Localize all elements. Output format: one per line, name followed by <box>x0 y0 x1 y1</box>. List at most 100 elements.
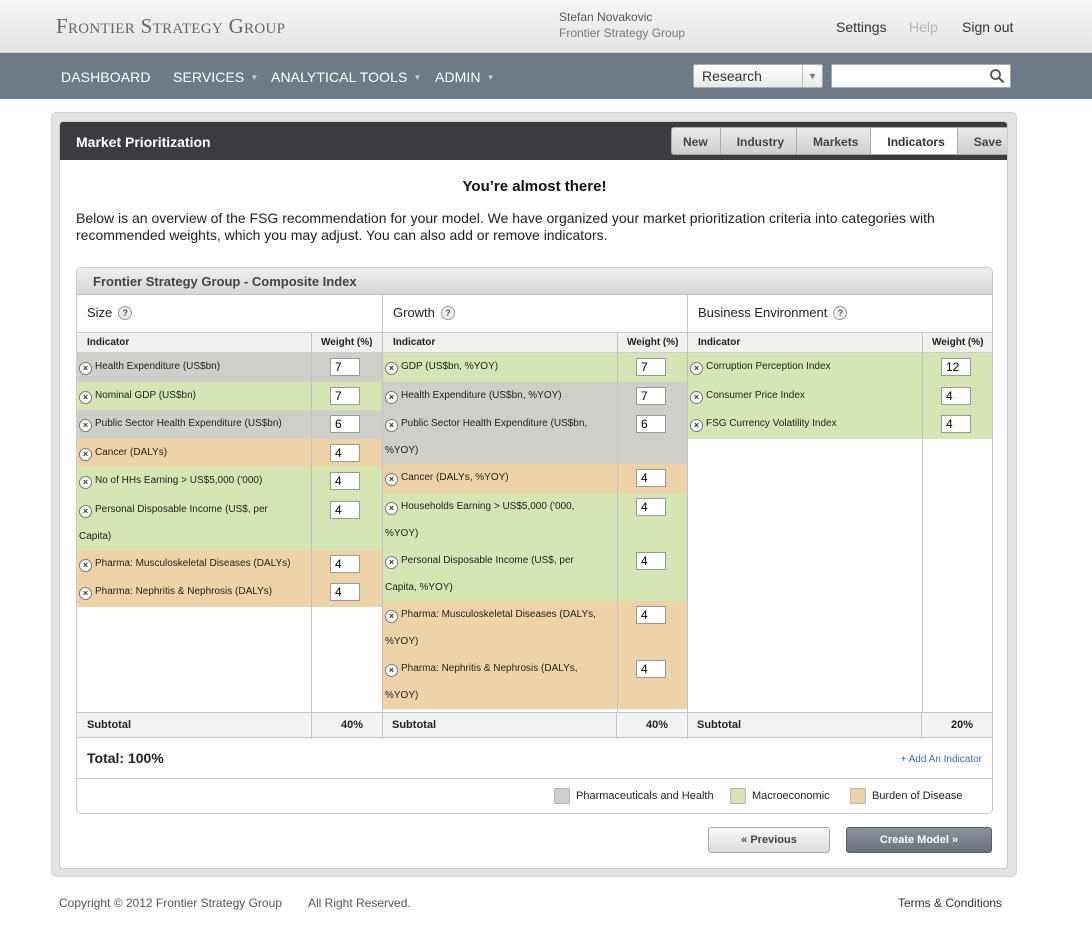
indicator-label: × GDP (US$bn, %YOY) <box>385 353 498 380</box>
weight-input[interactable] <box>636 358 666 376</box>
indicator-label: × Health Expenditure (US$bn, %YOY) <box>385 382 562 409</box>
remove-icon[interactable]: × <box>385 419 398 432</box>
signout-link[interactable]: Sign out <box>962 19 1013 35</box>
search-box[interactable] <box>831 64 1011 88</box>
indicator-row: × Corruption Perception Index <box>688 353 992 382</box>
remove-icon[interactable]: × <box>385 663 398 677</box>
legend-label: Macroeconomic <box>752 790 830 802</box>
indicator-row: × Cancer (DALYs) <box>77 438 382 467</box>
settings-link[interactable]: Settings <box>836 19 887 35</box>
weight-input[interactable] <box>330 415 360 433</box>
indicator-name: Health Expenditure (US$bn, %YOY) <box>401 389 562 401</box>
indicator-row: × Public Sector Health Expenditure (US$bn… <box>383 410 688 464</box>
user-info: Stefan Novakovic Frontier Strategy Group <box>559 9 685 41</box>
remove-icon[interactable]: × <box>385 473 398 486</box>
remove-icon[interactable]: × <box>385 390 398 404</box>
brand-logo[interactable]: Frontier Strategy Group <box>56 14 285 39</box>
remove-icon[interactable]: × <box>79 476 92 489</box>
remove-icon[interactable]: × <box>79 362 92 375</box>
step-markets[interactable]: Markets <box>797 127 872 155</box>
weight-input[interactable] <box>636 469 666 487</box>
step-industry[interactable]: Industry <box>720 127 798 155</box>
weight-column-divider <box>617 332 618 739</box>
weight-input[interactable] <box>636 551 666 570</box>
remove-icon[interactable]: × <box>690 419 703 432</box>
help-link[interactable]: Help <box>909 19 938 35</box>
remove-icon[interactable]: × <box>690 390 703 404</box>
remove-icon[interactable]: × <box>79 447 92 461</box>
weight-input[interactable] <box>636 415 666 433</box>
nav-services[interactable]: SERVICES ▼ <box>173 69 258 85</box>
help-icon[interactable]: ? <box>833 306 848 320</box>
chevron-down-icon: ▼ <box>413 73 422 82</box>
weight-input[interactable] <box>636 605 666 624</box>
remove-icon[interactable]: × <box>690 362 703 375</box>
weight-input[interactable] <box>330 583 360 601</box>
remove-icon[interactable]: × <box>79 504 92 518</box>
weight-input[interactable] <box>941 415 971 433</box>
indicator-name: FSG Currency Volatility Index <box>706 418 837 429</box>
remove-icon[interactable]: × <box>79 419 92 432</box>
subtotal-row: Subtotal 40% Subtotal 40% Subtotal 20% <box>77 712 992 738</box>
nav-analytical-tools[interactable]: ANALYTICAL TOOLS ▼ <box>271 69 422 85</box>
weight-input[interactable] <box>941 358 971 376</box>
weight-input[interactable] <box>330 443 360 462</box>
help-icon[interactable]: ? <box>118 306 133 320</box>
footer-rights: All Right Reserved. <box>308 896 411 910</box>
weight-input[interactable] <box>330 500 360 519</box>
indicator-row: × Cancer (DALYs, %YOY) <box>383 464 688 493</box>
weight-input[interactable] <box>330 386 360 405</box>
remove-icon[interactable]: × <box>385 362 398 375</box>
indicator-name: Health Expenditure (US$bn) <box>95 361 221 372</box>
nav-dashboard[interactable]: DASHBOARD <box>61 69 151 85</box>
indicator-label: × Public Sector Health Expenditure (US$bn… <box>385 410 587 464</box>
weight-input[interactable] <box>330 472 360 490</box>
remove-icon[interactable]: × <box>79 558 92 572</box>
nav-admin[interactable]: ADMIN ▼ <box>435 69 495 85</box>
search-icon[interactable] <box>989 68 1005 84</box>
remove-icon[interactable]: × <box>79 390 92 404</box>
dropdown-arrow-icon[interactable]: ▼ <box>802 65 822 87</box>
main-nav: DASHBOARD SERVICES ▼ ANALYTICAL TOOLS ▼ AD… <box>0 53 1092 99</box>
weight-input[interactable] <box>941 386 971 405</box>
remove-icon[interactable]: × <box>385 609 398 623</box>
add-indicator-link[interactable]: + Add An Indicator <box>901 754 982 765</box>
composite-index-panel: Frontier Strategy Group - Composite Inde… <box>76 267 993 814</box>
create-model-button[interactable]: Create Model » <box>846 827 992 853</box>
weight-input[interactable] <box>636 497 666 516</box>
indicator-row: × Health Expenditure (US$bn) <box>77 353 382 382</box>
weight-column-divider <box>922 332 923 739</box>
weight-input[interactable] <box>636 386 666 405</box>
research-select-value: Research <box>702 68 762 84</box>
indicator-header: Indicator <box>698 337 741 348</box>
weight-input[interactable] <box>330 554 360 573</box>
legend-swatch <box>554 788 570 804</box>
indicator-name-cont: %YOY) <box>385 445 419 456</box>
subtotal-value: 40% <box>646 719 669 731</box>
research-select[interactable]: Research ▼ <box>693 64 823 88</box>
step-indicators[interactable]: Indicators <box>871 127 958 155</box>
weight-input[interactable] <box>330 358 360 376</box>
step-save[interactable]: Save <box>957 127 1007 155</box>
indicator-label: × Public Sector Health Expenditure (US$bn… <box>79 410 282 437</box>
step-new[interactable]: New <box>671 127 721 155</box>
subtotal-label: Subtotal <box>87 719 131 731</box>
remove-icon[interactable]: × <box>385 555 398 569</box>
table-header: Indicator Weight (%) <box>688 332 992 353</box>
previous-button[interactable]: « Previous <box>708 827 830 853</box>
terms-link[interactable]: Terms & Conditions <box>898 896 1002 910</box>
indicator-name: Pharma: Nephritis & Nephrosis (DALYs) <box>95 586 273 597</box>
indicator-label: × Nominal GDP (US$bn) <box>79 382 196 409</box>
remove-icon[interactable]: × <box>79 587 92 600</box>
indicator-label: × Consumer Price Index <box>690 382 805 409</box>
remove-icon[interactable]: × <box>385 501 398 515</box>
indicator-name: Personal Disposable Income (US$, per <box>95 503 268 515</box>
help-icon[interactable]: ? <box>440 306 455 320</box>
subtotal-divider <box>921 713 922 738</box>
chevron-down-icon: ▼ <box>250 73 259 82</box>
indicator-label: × Corruption Perception Index <box>690 353 831 380</box>
indicator-label: × Personal Disposable Income (US$, per Cap… <box>385 547 574 601</box>
weight-input[interactable] <box>636 659 666 678</box>
weight-header: Weight (%) <box>627 337 679 348</box>
search-input[interactable] <box>834 67 984 85</box>
